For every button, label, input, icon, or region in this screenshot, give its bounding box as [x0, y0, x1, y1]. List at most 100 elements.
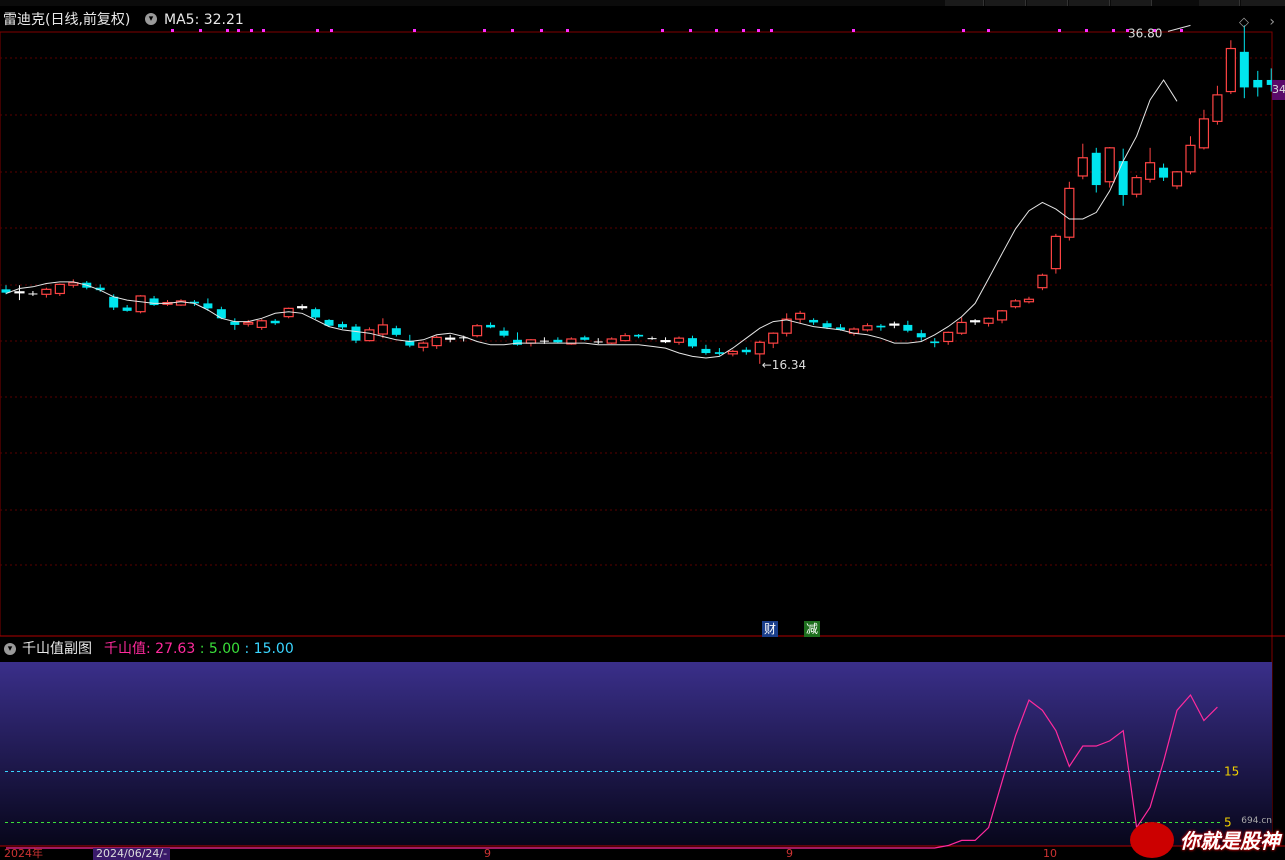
ma5-label: MA5: 32.21 [164, 12, 244, 28]
level-15-label: 15 [1224, 765, 1239, 779]
candle-body [996, 310, 1008, 321]
candle-body [243, 321, 254, 325]
diamond-icon[interactable]: ◇ [1239, 11, 1249, 35]
indicator-value: : 27.63 [146, 641, 196, 657]
event-marker-cai[interactable]: 财 [762, 621, 779, 637]
candle-body [338, 324, 347, 328]
candle-body [364, 329, 375, 342]
candle-body [553, 339, 563, 343]
candle-body [673, 337, 685, 343]
candle-body [660, 340, 671, 343]
watermark-text: 你就是股神 [1180, 829, 1280, 853]
chart-info-bar: 雷迪克(日线,前复权) ▾ MA5: 32.21 ◇ › [0, 8, 1285, 32]
candle-body [781, 318, 792, 334]
candle-body [135, 295, 146, 313]
candle-body [256, 320, 267, 328]
candle-body [1212, 94, 1223, 122]
candle-body [486, 324, 496, 328]
main-panel-frame [0, 31, 1273, 637]
candle-body [203, 303, 213, 309]
event-marker-jian[interactable]: 减 [804, 621, 821, 637]
candle-body [1171, 171, 1183, 187]
candle-body [512, 339, 522, 345]
candle-body [634, 334, 644, 337]
candle-body [822, 323, 832, 328]
candle-body [1118, 161, 1128, 195]
candle-body [149, 298, 159, 306]
candle-body [499, 330, 509, 336]
candle-body [1225, 47, 1236, 93]
sub-chart-values: 千山值: 27.63 : 5.00 : 15.00 [104, 637, 294, 661]
candle-body [916, 333, 926, 338]
cursor-date-tag: 2024/06/24/- [93, 848, 171, 860]
kline-chart[interactable]: 15536.80←16.34 [0, 0, 1285, 860]
level-high-value: : 15.00 [244, 641, 294, 657]
candle-body [230, 321, 240, 325]
x-axis-label: 2024年 [4, 847, 43, 860]
candle-body [377, 324, 388, 335]
candle-body [970, 320, 981, 323]
candle-body [1131, 177, 1142, 195]
candle-body [620, 335, 631, 342]
candle-body [727, 350, 738, 355]
level-low-value: : 5.00 [199, 641, 241, 657]
price-axis-tag: 34 [1272, 80, 1285, 100]
candle-body [1077, 157, 1088, 177]
candle-body [270, 320, 280, 324]
low-price-label: ←16.34 [762, 358, 806, 372]
candle-body [754, 341, 765, 355]
chevron-down-icon[interactable]: ▾ [4, 643, 16, 655]
candle-body [391, 328, 401, 335]
candle-body [54, 283, 65, 295]
candle-body [418, 342, 429, 348]
candle-body [1239, 51, 1249, 88]
candle-body [1091, 152, 1101, 186]
candle-body [216, 309, 226, 319]
candle-body [351, 326, 361, 341]
candle-body [297, 306, 308, 309]
candle-body [943, 331, 954, 343]
sub-chart-name: 千山值副图 [22, 641, 92, 657]
logo-emblem [1130, 822, 1174, 858]
candle-body [1037, 274, 1048, 289]
chevron-right-icon[interactable]: › [1269, 10, 1275, 34]
candle-body [122, 307, 132, 311]
candle-body [580, 337, 590, 340]
candle-body [606, 338, 617, 344]
candle-body [472, 325, 483, 337]
candle-body [1064, 187, 1075, 238]
candle-body [687, 338, 697, 347]
candle-body [1253, 79, 1263, 88]
candle-body [1010, 300, 1021, 308]
stock-title: 雷迪克(日线,前复权) [3, 12, 131, 28]
candle-body [1104, 147, 1115, 183]
candle-body [701, 348, 711, 354]
candle-body [1023, 298, 1035, 303]
candle-body [1144, 162, 1156, 180]
candle-body [876, 325, 886, 328]
candle-body [14, 291, 25, 294]
candle-body [445, 337, 456, 340]
candle-body [930, 341, 940, 344]
candle-body [431, 336, 442, 347]
candle-body [109, 296, 119, 308]
x-axis-label: 9 [484, 847, 491, 860]
candle-body [28, 293, 38, 295]
candle-body [983, 317, 994, 324]
candle-body [795, 312, 806, 320]
sub-chart-title-bar: ▾ 千山值副图 千山值: 27.63 : 5.00 : 15.00 [0, 637, 1285, 661]
candle-body [1050, 235, 1061, 270]
candle-body [41, 288, 52, 295]
indicator-label: 千山值 [104, 641, 146, 657]
candle-body [539, 340, 549, 342]
candle-body [862, 325, 873, 331]
x-axis-label: 10 [1043, 847, 1057, 860]
candle-body [889, 323, 900, 326]
candle-body [809, 319, 819, 323]
candle-body [956, 321, 967, 334]
candle-body [903, 324, 913, 331]
chevron-down-icon[interactable]: ▾ [145, 13, 157, 25]
sub-panel-background [0, 662, 1272, 846]
candle-body [1185, 144, 1196, 173]
x-axis-label: 9 [786, 847, 793, 860]
